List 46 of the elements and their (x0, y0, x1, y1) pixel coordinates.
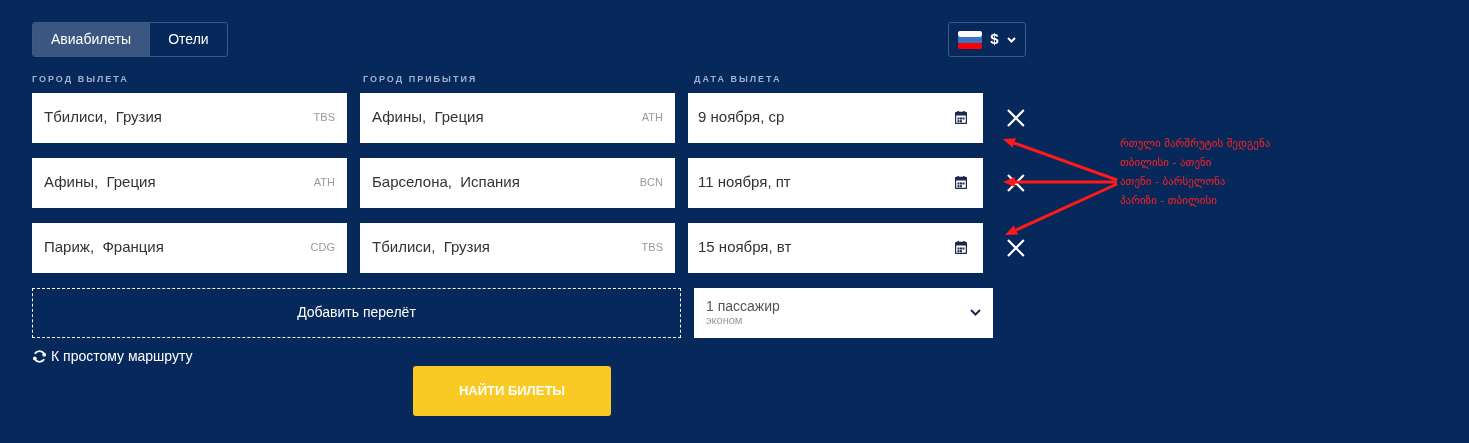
cabin-class: эконом (706, 313, 743, 327)
city-name: Тбилиси, Грузия (372, 237, 490, 258)
chevron-icon (970, 309, 981, 316)
calendar-icon (955, 176, 968, 189)
city-field[interactable]: Тбилиси, Грузия TBS (360, 222, 675, 273)
city-name: Афины, Греция (44, 172, 156, 193)
city-field[interactable]: Париж, Франция CDG (32, 222, 347, 273)
annotation-text: რთული მარშრუტის შედგენა (1120, 136, 1271, 152)
airport-code: CDG (310, 240, 335, 256)
airport-code: TBS (641, 240, 663, 256)
city-field[interactable]: Барселона, Испания BCN (360, 157, 675, 208)
column-label: ДАТА ВЫЛЕТА (694, 73, 783, 86)
refresh-icon (32, 348, 47, 364)
simple-route-link[interactable]: К простому маршруту (32, 345, 193, 367)
close-icon[interactable] (1006, 172, 1026, 193)
date-field[interactable]: 9 ноября, ср (688, 92, 984, 143)
column-label: ГОРОД ПРИБЫТИЯ (363, 73, 479, 86)
annotation-text: პარიზი - თბილისი (1120, 193, 1218, 209)
annotation-text: ათენი - ბარსელონა (1120, 174, 1227, 190)
airport-code: ATH (641, 110, 663, 126)
calendar-icon (955, 111, 968, 124)
city-name: Тбилиси, Грузия (44, 107, 162, 128)
city-field[interactable]: Афины, Греция ATH (32, 157, 347, 208)
currency-selector[interactable]: $ (948, 22, 1026, 57)
city-name: Париж, Франция (44, 237, 164, 258)
annotation-text: თბილისი - ათენი (1120, 155, 1213, 171)
date-field[interactable]: 15 ноября, вт (688, 222, 984, 273)
city-name: Барселона, Испания (372, 172, 520, 193)
city-field[interactable]: Тбилиси, Грузия TBS (32, 92, 347, 143)
chevron-icon (1006, 36, 1016, 43)
tab[interactable]: Отели (149, 23, 227, 56)
passenger-count: 1 пассажир (706, 298, 780, 313)
passenger-selector[interactable]: 1 пассажир эконом (694, 287, 993, 338)
airport-code: BCN (639, 175, 663, 191)
close-icon[interactable] (1006, 237, 1026, 258)
column-label: ГОРОД ВЫЛЕТА (32, 73, 130, 86)
airport-code: TBS (313, 110, 335, 126)
city-name: Афины, Греция (372, 107, 484, 128)
close-icon[interactable] (1006, 107, 1026, 128)
calendar-icon (955, 241, 968, 254)
airport-code: ATH (313, 175, 335, 191)
add-flight-button[interactable]: Добавить перелёт (32, 287, 681, 338)
city-field[interactable]: Афины, Греция ATH (360, 92, 675, 143)
tab[interactable]: Авиабилеты (33, 23, 150, 56)
date-field[interactable]: 11 ноября, пт (688, 157, 984, 208)
flag-icon (958, 30, 983, 49)
